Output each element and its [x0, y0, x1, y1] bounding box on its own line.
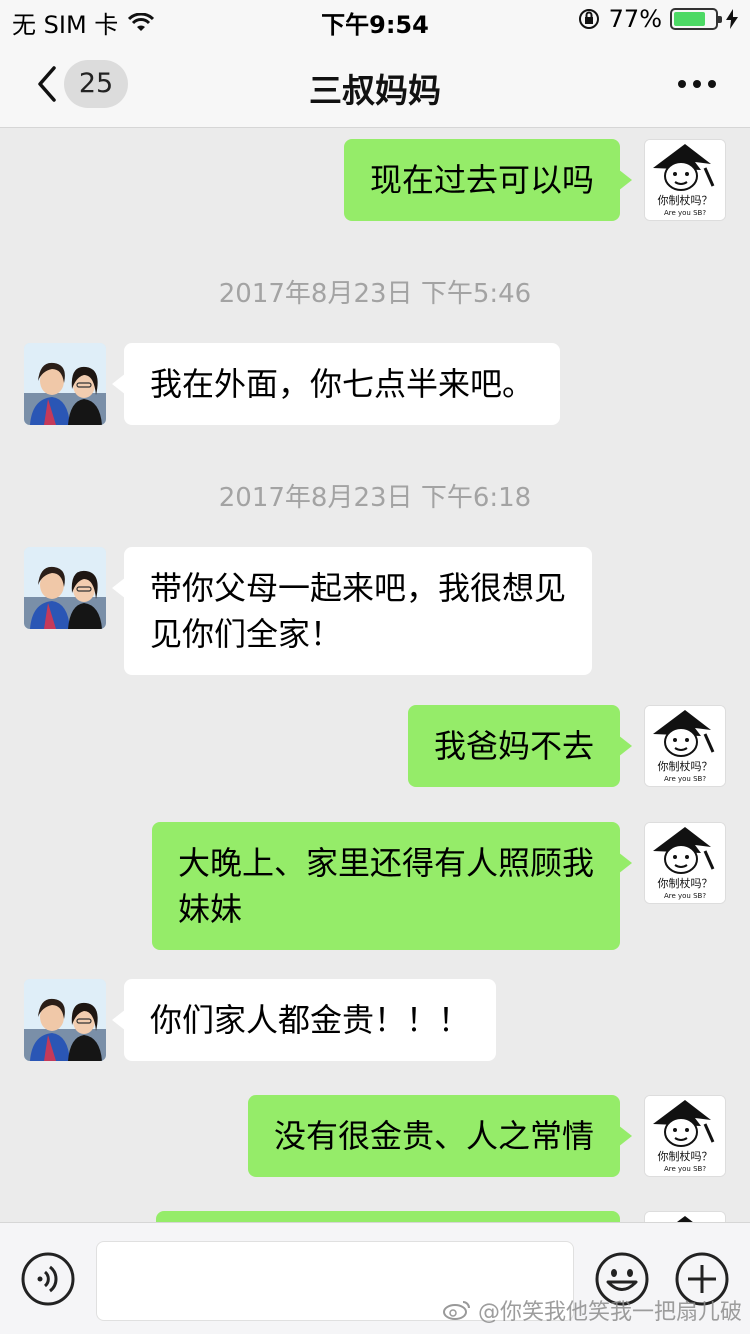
- svg-text:你制杖吗？: 你制杖吗？: [658, 1149, 713, 1163]
- contact-avatar[interactable]: [24, 343, 106, 425]
- watermark-text: @你笑我他笑我一把扇儿破: [477, 1300, 742, 1325]
- svg-text:Are you SB?: Are you SB?: [664, 892, 706, 900]
- sticker-avatar-image: 你制杖吗？ Are you SB?: [645, 140, 725, 220]
- message-bubble-sent[interactable]: 现在过去可以吗: [343, 139, 633, 221]
- svg-text:Are you SB?: Are you SB?: [664, 775, 706, 783]
- weibo-logo-icon: [442, 1301, 470, 1320]
- weibo-watermark: @你笑我他笑我一把扇儿破: [442, 1294, 742, 1326]
- my-avatar[interactable]: 你制杖吗？ Are you SB?: [644, 1095, 726, 1177]
- more-options-icon[interactable]: [674, 64, 720, 104]
- message-bubble-sent-partial[interactable]: [156, 1211, 620, 1222]
- chat-title: 三叔妈妈: [309, 71, 441, 110]
- message-bubble-sent[interactable]: 大晚上、家里还得有人照顾我 妹妹: [151, 822, 633, 950]
- message-bubble-received[interactable]: 带你父母一起来吧，我很想见 见你们全家！: [111, 547, 593, 675]
- message-bubble-sent[interactable]: 我爸妈不去: [407, 705, 633, 787]
- voice-icon[interactable]: [20, 1251, 76, 1307]
- nav-bar: 25 三叔妈妈: [0, 40, 750, 128]
- my-avatar[interactable]: 你制杖吗？ Are you SB?: [644, 139, 726, 221]
- svg-text:你制杖吗？: 你制杖吗？: [658, 193, 713, 207]
- svg-text:你制杖吗？: 你制杖吗？: [658, 759, 713, 773]
- message-bubble-received[interactable]: 我在外面，你七点半来吧。: [111, 343, 561, 425]
- sticker-avatar-image: 你制杖吗？ Are you SB?: [645, 1096, 725, 1176]
- contact-avatar[interactable]: [24, 547, 106, 629]
- sticker-avatar-image: 你制杖吗？ Are you SB?: [645, 706, 725, 786]
- contact-photo: [24, 979, 106, 1061]
- my-avatar[interactable]: 你制杖吗？ Are you SB?: [644, 1211, 726, 1222]
- rotation-lock-icon: [578, 9, 599, 29]
- timestamp: 2017年8月23日 下午5:46: [218, 279, 532, 309]
- sticker-avatar-image: 你制杖吗？ Are you SB?: [645, 823, 725, 903]
- svg-text:Are you SB?: Are you SB?: [664, 209, 706, 217]
- my-avatar[interactable]: 你制杖吗？ Are you SB?: [644, 822, 726, 904]
- input-bar: @你笑我他笑我一把扇儿破: [0, 1222, 750, 1334]
- message-bubble-received[interactable]: 你们家人都金贵！！！: [111, 979, 497, 1061]
- status-right: 77%: [577, 5, 738, 33]
- message-bubble-sent[interactable]: 没有很金贵、人之常情: [247, 1095, 633, 1177]
- sticker-avatar-image: 你制杖吗？ Are you SB?: [645, 1212, 725, 1222]
- battery-percent: 77%: [608, 5, 662, 33]
- contact-photo: [24, 343, 106, 425]
- timestamp: 2017年8月23日 下午6:18: [218, 483, 532, 513]
- svg-text:Are you SB?: Are you SB?: [664, 1165, 706, 1173]
- my-avatar[interactable]: 你制杖吗？ Are you SB?: [644, 705, 726, 787]
- contact-avatar[interactable]: [24, 979, 106, 1061]
- battery-fill: [674, 12, 705, 26]
- contact-photo: [24, 547, 106, 629]
- status-bar: 无 SIM 卡 下午9:54 77%: [0, 0, 750, 40]
- battery-icon: [670, 8, 722, 30]
- charging-icon: [726, 9, 738, 29]
- svg-text:你制杖吗？: 你制杖吗？: [658, 876, 713, 890]
- chat-area[interactable]: 现在过去可以吗 你制杖吗？ Are you SB? 2017年8月23日 下午5…: [0, 129, 750, 1222]
